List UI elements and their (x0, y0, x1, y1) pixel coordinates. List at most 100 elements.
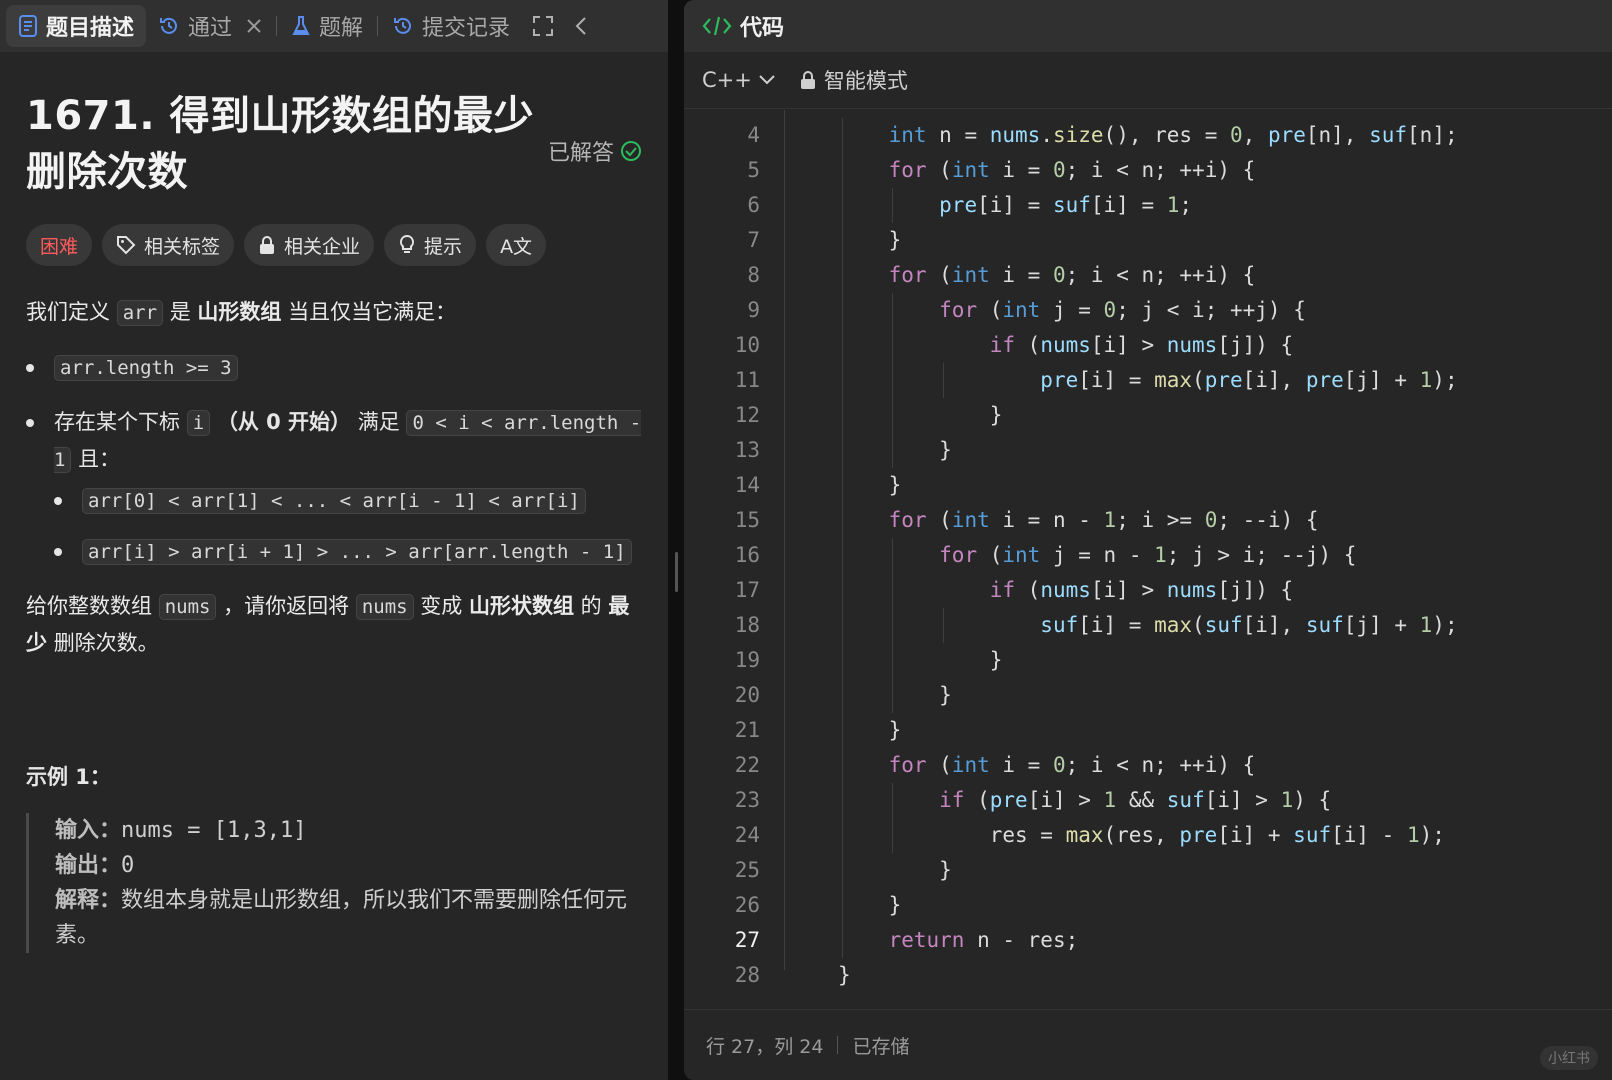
resize-handle[interactable] (675, 552, 678, 592)
translate-button[interactable]: A文 (486, 224, 547, 266)
code-text: } (838, 858, 952, 882)
code-line[interactable]: 25 } (684, 853, 1612, 888)
close-icon[interactable] (246, 18, 262, 34)
code-editor[interactable]: 4 int n = nums.size(), res = 0, pre[n], … (684, 110, 1612, 988)
code-line[interactable]: 18 suf[i] = max(suf[i], suf[j] + 1); (684, 608, 1612, 643)
line-number: 20 (734, 683, 760, 707)
collapse-button[interactable] (564, 15, 598, 37)
code-line[interactable]: 23 if (pre[i] > 1 && suf[i] > 1) { (684, 783, 1612, 818)
panel-resizer[interactable] (668, 0, 684, 1080)
problem-content: 1671. 得到山形数组的最少删除次数 已解答 困难 相关标签 相关企业 提示 … (0, 88, 668, 953)
smart-mode-toggle[interactable]: 智能模式 (800, 65, 908, 95)
code-icon (702, 16, 732, 36)
code-text: if (nums[i] > nums[j]) { (989, 333, 1294, 357)
tab-divider (377, 16, 379, 36)
code-text: } (838, 648, 1003, 672)
inline-code: i (186, 410, 211, 436)
editor-status-bar: 行 27，列 24 已存储 小红书 (684, 1009, 1612, 1080)
code-text: res = max(res, pre[i] + suf[i] - 1); (838, 823, 1445, 847)
code-line[interactable]: 16 for (int j = n - 1; j > i; --j) { (684, 538, 1612, 573)
related-companies-button[interactable]: 相关企业 (244, 224, 375, 266)
code-line[interactable]: 19 } (684, 643, 1612, 678)
editor-toolbar: C++ 智能模式 (684, 52, 1612, 109)
example-input: 输入：nums = [1,3,1] (55, 813, 642, 848)
code-line[interactable]: 17 if (nums[i] > nums[j]) { (684, 573, 1612, 608)
code-text: pre[i] = suf[i] = 1; (939, 193, 1193, 217)
hint-button[interactable]: 提示 (384, 224, 477, 266)
code-text: } (838, 473, 902, 497)
code-line[interactable]: 13 } (684, 433, 1612, 468)
text: ，请你返回将 (223, 594, 350, 618)
code-text: if (pre[i] > 1 && suf[i] > 1) { (939, 788, 1332, 812)
example-explanation: 解释：数组本身就是山形数组，所以我们不需要删除任何元素。 (55, 883, 642, 953)
text: 删除次数。 (53, 631, 159, 655)
output-label: 输出： (55, 853, 122, 878)
line-number: 14 (734, 473, 760, 497)
explain-label: 解释： (55, 888, 122, 913)
inline-code: arr (116, 300, 164, 326)
line-number: 26 (734, 893, 760, 917)
inline-code: arr[i] > arr[i + 1] > ... > arr[arr.leng… (82, 539, 632, 565)
code-text: pre[i] = max(pre[i], pre[j] + 1); (1040, 368, 1458, 392)
code-line[interactable]: 6 pre[i] = suf[i] = 1; (684, 188, 1612, 223)
task-paragraph: 给你整数数组 nums ，请你返回将 nums 变成 山形状数组 的 最少 删除… (26, 588, 642, 661)
tab-description-label: 题目描述 (46, 16, 135, 41)
code-line[interactable]: 12 } (684, 398, 1612, 433)
tab-submissions[interactable]: 提交记录 (380, 5, 522, 47)
tab-passed[interactable]: 通过 (146, 5, 274, 47)
text: 变成 (420, 594, 463, 618)
problem-tab-bar: 题目描述 通过 题解 提交记录 (0, 0, 668, 52)
chevron-down-icon (759, 75, 775, 85)
tab-solution-label: 题解 (319, 16, 364, 41)
line-number: 28 (734, 963, 760, 987)
related-tags-button[interactable]: 相关标签 (102, 224, 235, 266)
line-number: 13 (734, 438, 760, 462)
code-text: for (int i = n - 1; i >= 0; --i) { (888, 508, 1319, 532)
list-item: arr[0] < arr[1] < ... < arr[i - 1] < arr… (54, 482, 642, 519)
code-line[interactable]: 20 } (684, 678, 1612, 713)
code-text: } (838, 438, 952, 462)
code-text: } (838, 683, 952, 707)
code-line[interactable]: 24 res = max(res, pre[i] + suf[i] - 1); (684, 818, 1612, 853)
text: 当且仅当它满足： (288, 300, 457, 324)
line-number: 23 (734, 788, 760, 812)
code-line[interactable]: 27 return n - res; (684, 923, 1612, 958)
line-number: 5 (747, 158, 760, 182)
code-line[interactable]: 28} (684, 958, 1612, 988)
code-text: for (int i = 0; i < n; ++i) { (888, 263, 1256, 287)
code-text: } (838, 718, 902, 742)
status-divider (837, 1036, 839, 1054)
tab-description[interactable]: 题目描述 (6, 5, 147, 47)
line-number: 22 (734, 753, 760, 777)
code-text: for (int i = 0; i < n; ++i) { (888, 753, 1256, 777)
code-line[interactable]: 11 pre[i] = max(pre[i], pre[j] + 1); (684, 363, 1612, 398)
document-icon (19, 15, 37, 37)
code-line[interactable]: 26 } (684, 888, 1612, 923)
code-text: suf[i] = max(suf[i], suf[j] + 1); (1040, 613, 1458, 637)
code-line[interactable]: 21 } (684, 713, 1612, 748)
code-text: int n = nums.size(), res = 0, pre[n], su… (888, 123, 1458, 147)
tab-solution[interactable]: 题解 (279, 5, 375, 47)
sub-condition-list: arr[0] < arr[1] < ... < arr[i - 1] < arr… (54, 482, 642, 570)
text: 满足 (357, 410, 400, 434)
code-line[interactable]: 4 int n = nums.size(), res = 0, pre[n], … (684, 118, 1612, 153)
line-number: 11 (734, 368, 760, 392)
code-line[interactable]: 15 for (int i = n - 1; i >= 0; --i) { (684, 503, 1612, 538)
translate-label: A文 (500, 235, 533, 258)
line-number: 25 (734, 858, 760, 882)
code-line[interactable]: 10 if (nums[i] > nums[j]) { (684, 328, 1612, 363)
code-line[interactable]: 22 for (int i = 0; i < n; ++i) { (684, 748, 1612, 783)
code-line[interactable]: 8 for (int i = 0; i < n; ++i) { (684, 258, 1612, 293)
code-line[interactable]: 14 } (684, 468, 1612, 503)
inline-code: nums (355, 594, 414, 620)
language-select[interactable]: C++ (702, 68, 776, 92)
code-line[interactable]: 9 for (int j = 0; j < i; ++j) { (684, 293, 1612, 328)
line-number: 10 (734, 333, 760, 357)
code-panel-title: 代码 (740, 16, 785, 41)
code-line[interactable]: 5 for (int i = 0; i < n; ++i) { (684, 153, 1612, 188)
difficulty-badge: 困难 (26, 224, 93, 266)
chevron-left-icon (575, 17, 586, 35)
expand-button[interactable] (522, 15, 564, 37)
text: 且： (78, 447, 121, 471)
code-line[interactable]: 7 } (684, 223, 1612, 258)
